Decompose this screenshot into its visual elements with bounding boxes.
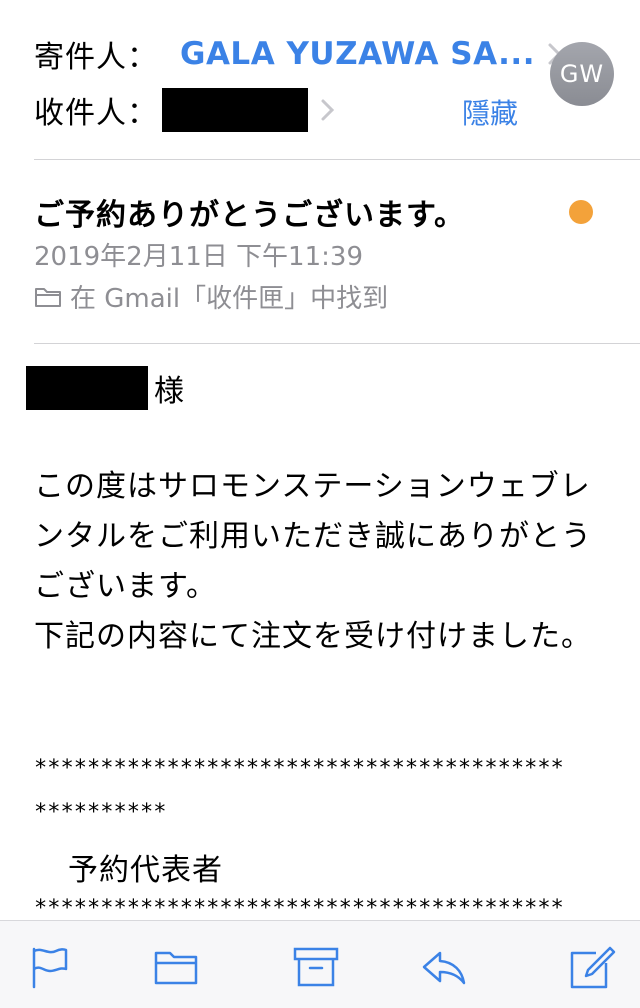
message-header: 寄件人： GALA YUZAWA SA... 收件人： 隱藏 GW <box>0 0 640 160</box>
from-label: 寄件人： <box>34 40 158 75</box>
compose-button[interactable] <box>568 945 616 989</box>
move-to-folder-button[interactable] <box>152 945 200 989</box>
separator-stars: ********** <box>34 800 167 825</box>
to-row: 收件人： <box>34 86 340 134</box>
hide-details-link[interactable]: 隱藏 <box>462 92 518 132</box>
section-title: 予約代表者 <box>68 853 223 888</box>
to-label: 收件人： <box>34 96 158 131</box>
folder-icon <box>154 951 198 985</box>
archive-button[interactable] <box>292 945 340 989</box>
avatar[interactable]: GW <box>550 42 614 106</box>
separator-stars: **************************************** <box>34 896 564 921</box>
email-body: この度はサロモンステーションウェブレンタルをご利用いただき誠にありがとうございま… <box>34 462 614 662</box>
divider <box>34 343 640 344</box>
compose-icon <box>570 946 616 989</box>
unread-indicator[interactable] <box>569 200 593 224</box>
redacted-recipient[interactable] <box>162 88 308 132</box>
archive-icon <box>293 947 339 987</box>
folder-info: 在 Gmail「收件匣」中找到 <box>34 278 388 315</box>
body-paragraph: この度はサロモンステーションウェブレンタルをご利用いただき誠にありがとうございま… <box>34 469 592 604</box>
reply-button[interactable] <box>420 945 468 989</box>
folder-text: 在 Gmail「收件匣」中找到 <box>70 284 389 314</box>
email-date: 2019年2月11日 下午11:39 <box>34 242 363 272</box>
separator-stars: **************************************** <box>34 756 564 781</box>
salutation: 様 <box>26 366 184 410</box>
from-row: 寄件人： GALA YUZAWA SA... <box>34 30 567 78</box>
folder-icon <box>35 287 61 307</box>
chevron-right-icon[interactable] <box>316 95 340 125</box>
sender-name[interactable]: GALA YUZAWA SA... <box>180 36 535 72</box>
body-paragraph: 下記の内容にて注文を受け付けました。 <box>34 619 592 654</box>
divider <box>34 159 640 160</box>
salutation-suffix: 様 <box>154 374 184 409</box>
flag-icon <box>32 947 68 989</box>
redacted-name <box>26 366 148 410</box>
reply-icon <box>422 951 466 985</box>
bottom-toolbar <box>0 920 640 1008</box>
email-subject: ご予約ありがとうございます。 <box>34 198 465 233</box>
flag-button[interactable] <box>26 945 74 989</box>
